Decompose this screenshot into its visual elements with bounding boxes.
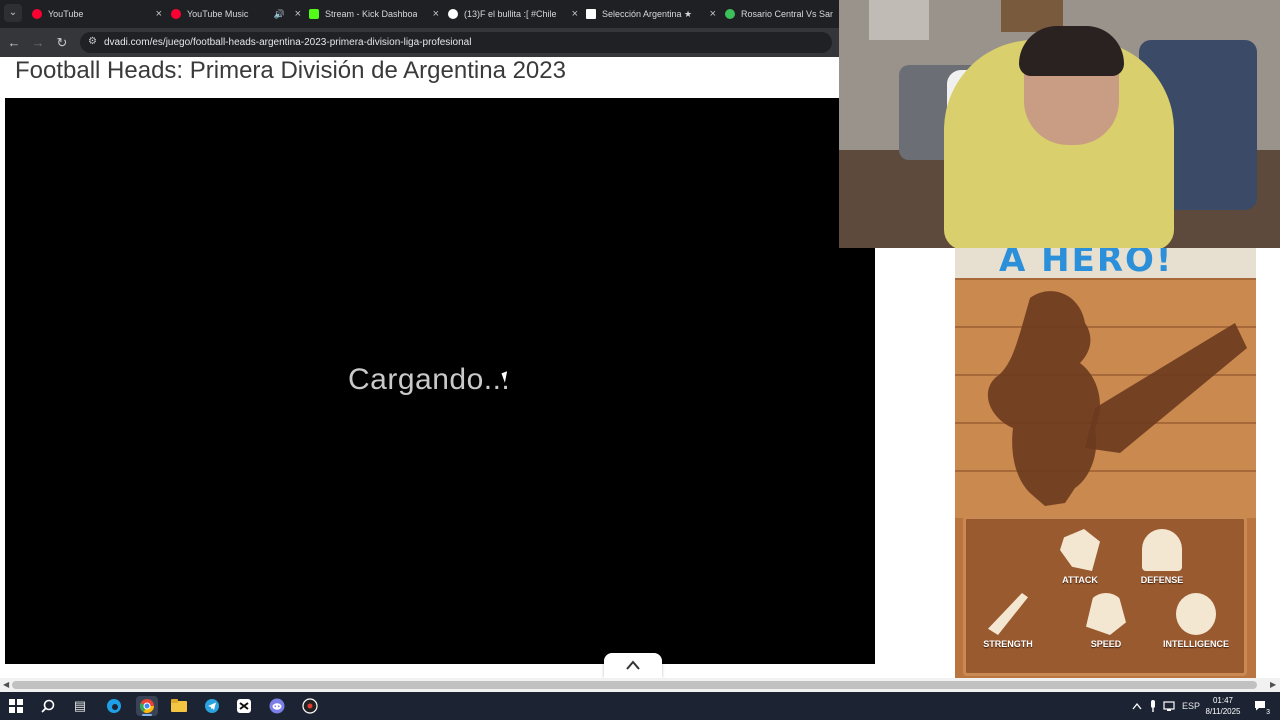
skill-attack[interactable]: ATTACK bbox=[1044, 529, 1116, 585]
chrome-icon[interactable] bbox=[136, 696, 158, 716]
active-indicator bbox=[142, 714, 152, 716]
close-tab-icon[interactable]: × bbox=[572, 0, 578, 28]
site-info-icon[interactable]: ⚙ bbox=[88, 36, 100, 48]
notification-count: 3 bbox=[1266, 709, 1270, 717]
scroll-right-icon[interactable]: ▶ bbox=[1270, 680, 1276, 689]
ad-header: A HERO! bbox=[955, 248, 1256, 280]
tab-title: Rosario Central Vs San Lo bbox=[741, 9, 833, 19]
tab-title: Stream - Kick Dashboard bbox=[325, 9, 417, 19]
ad-headline: A HERO! bbox=[999, 248, 1174, 280]
clock-time: 01:47 bbox=[1212, 696, 1234, 705]
discord-icon[interactable] bbox=[266, 696, 288, 716]
chevron-up-icon bbox=[626, 660, 640, 670]
ad-wood-background bbox=[955, 278, 1256, 518]
helmet-icon bbox=[1142, 529, 1182, 571]
tab-x-seleccion[interactable]: Selección Argentina ★ × bbox=[586, 0, 724, 28]
telegram-icon[interactable] bbox=[201, 696, 223, 716]
clock-date: 8/11/2025 bbox=[1205, 707, 1241, 716]
microphone-icon[interactable] bbox=[1149, 692, 1157, 720]
back-icon[interactable]: ← bbox=[5, 34, 23, 52]
loading-text: Cargando... bbox=[348, 363, 511, 396]
youtube-icon bbox=[32, 9, 42, 19]
tiktok-icon bbox=[448, 9, 458, 19]
windows-start-icon[interactable] bbox=[5, 696, 27, 716]
close-tab-icon[interactable]: × bbox=[156, 0, 162, 28]
capcut-icon[interactable] bbox=[233, 696, 255, 716]
game-canvas[interactable]: Cargando... bbox=[5, 98, 875, 664]
tab-kick-dashboard[interactable]: Stream - Kick Dashboard × bbox=[309, 0, 447, 28]
sword-icon bbox=[988, 593, 1028, 635]
tab-title: YouTube Music bbox=[187, 9, 249, 19]
skill-label: INTELLIGENCE bbox=[1162, 639, 1229, 649]
kick-icon bbox=[309, 9, 319, 19]
skills-panel: ATTACK DEFENSE STRENGTH SPEED INTELLIGEN… bbox=[963, 516, 1247, 676]
skill-label: SPEED bbox=[1090, 639, 1122, 649]
close-tab-icon[interactable]: × bbox=[710, 0, 716, 28]
close-tab-icon[interactable]: × bbox=[433, 0, 439, 28]
notifications-icon[interactable]: 3 bbox=[1252, 698, 1270, 717]
streamer-hair bbox=[1019, 26, 1124, 76]
scrollbar-thumb[interactable] bbox=[12, 681, 1257, 689]
system-clock[interactable]: 01:47 8/11/2025 bbox=[1198, 695, 1248, 717]
tab-title: (13)F el bullita :[ #Chile # bbox=[464, 9, 556, 19]
tab-title: Selección Argentina ★ bbox=[602, 9, 693, 19]
skill-label: DEFENSE bbox=[1140, 575, 1184, 585]
show-hidden-icons[interactable] bbox=[1132, 692, 1142, 720]
fist-icon bbox=[1060, 529, 1100, 571]
edge-icon[interactable] bbox=[103, 696, 125, 716]
tab-tiktok[interactable]: (13)F el bullita :[ #Chile # × bbox=[448, 0, 586, 28]
cam-air-conditioner bbox=[869, 0, 929, 40]
skill-speed[interactable]: SPEED bbox=[1070, 593, 1142, 649]
webcam-overlay bbox=[839, 0, 1280, 248]
network-icon[interactable] bbox=[1163, 692, 1175, 720]
reload-icon[interactable]: ↻ bbox=[53, 34, 71, 52]
brain-icon bbox=[1176, 593, 1216, 635]
skill-defense[interactable]: DEFENSE bbox=[1126, 529, 1198, 585]
obs-icon[interactable] bbox=[299, 696, 321, 716]
tab-search-button[interactable]: ⌄ bbox=[4, 4, 22, 22]
address-bar[interactable]: ⚙ dvadi.com/es/juego/football-heads-arge… bbox=[80, 32, 832, 53]
url-text: dvadi.com/es/juego/football-heads-argent… bbox=[104, 37, 472, 48]
speaker-icon[interactable]: 🔊 bbox=[274, 0, 285, 28]
file-explorer-icon[interactable] bbox=[168, 696, 190, 716]
search-icon[interactable] bbox=[37, 696, 59, 716]
browser-toolbar: ← → ↻ ⚙ dvadi.com/es/juego/football-head… bbox=[0, 28, 840, 57]
hero-silhouette-icon bbox=[987, 291, 1247, 506]
skill-label: ATTACK bbox=[1062, 575, 1098, 585]
page-title: Football Heads: Primera División de Arge… bbox=[15, 57, 566, 84]
tab-title: YouTube bbox=[48, 9, 84, 19]
windows-taskbar: ▤ ESP 01:47 8/11/2025 3 bbox=[0, 692, 1280, 720]
skill-strength[interactable]: STRENGTH bbox=[972, 593, 1044, 649]
tab-youtube-music[interactable]: YouTube Music 🔊 × bbox=[171, 0, 309, 28]
close-tab-icon[interactable]: × bbox=[295, 0, 301, 28]
task-view-icon[interactable]: ▤ bbox=[69, 696, 91, 716]
tab-youtube[interactable]: YouTube × bbox=[32, 0, 170, 28]
skill-label: STRENGTH bbox=[983, 639, 1033, 649]
browser-tab-strip: ⌄ YouTube × YouTube Music 🔊 × Stream - K… bbox=[0, 0, 840, 28]
boot-icon bbox=[1086, 593, 1126, 635]
horizontal-scrollbar[interactable]: ◀ ▶ bbox=[0, 678, 1280, 692]
forward-icon[interactable]: → bbox=[29, 34, 47, 52]
scroll-left-icon[interactable]: ◀ bbox=[3, 680, 9, 689]
advertisement-banner[interactable]: A HERO! ATTACK DEFENSE STRENGTH SPEED IN… bbox=[955, 248, 1256, 678]
x-icon bbox=[586, 9, 596, 19]
sports-icon bbox=[725, 9, 735, 19]
skill-intelligence[interactable]: INTELLIGENCE bbox=[1160, 593, 1232, 649]
youtube-music-icon bbox=[171, 9, 181, 19]
scroll-to-top-button[interactable] bbox=[604, 653, 662, 679]
